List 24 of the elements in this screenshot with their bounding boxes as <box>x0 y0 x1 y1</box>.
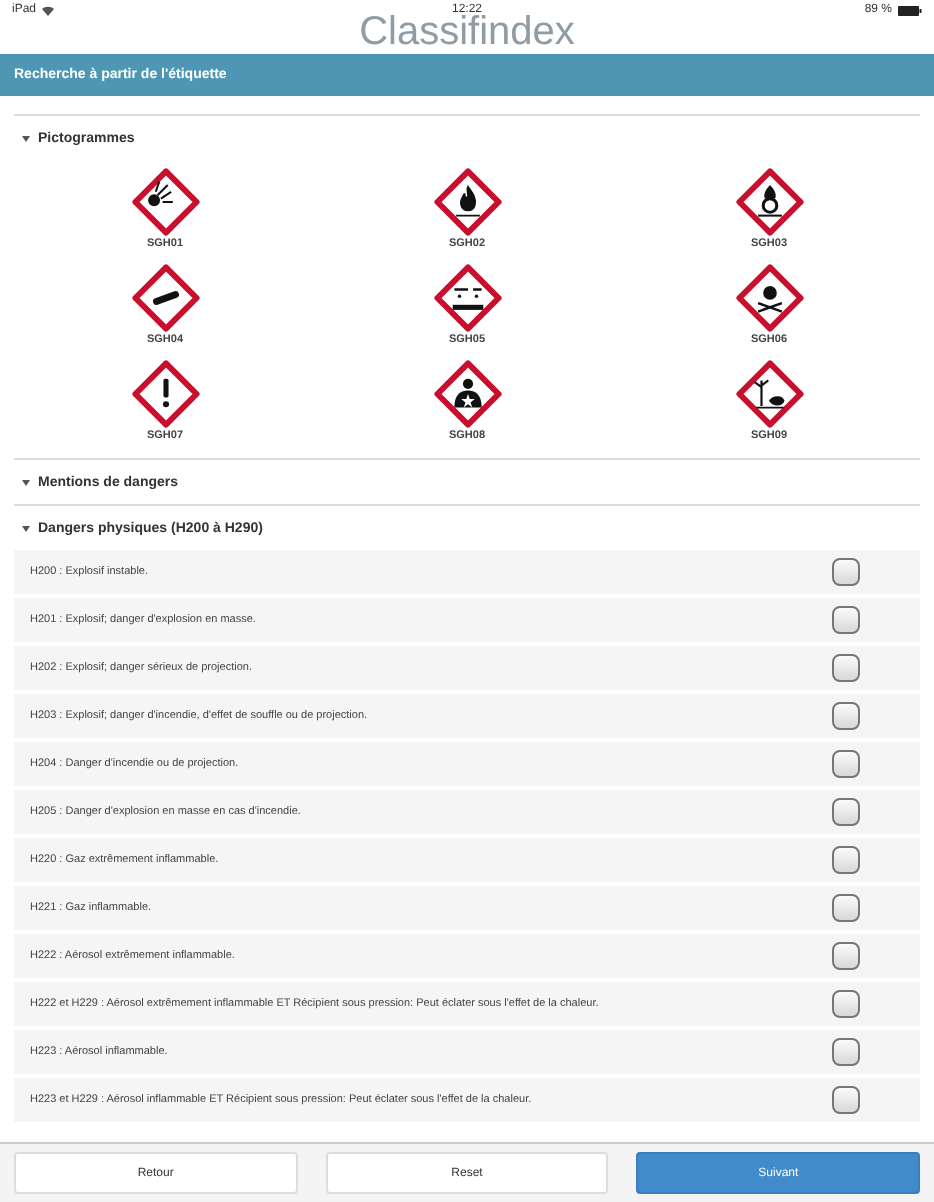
skull-pictogram-icon[interactable] <box>735 264 803 332</box>
checkbox[interactable] <box>832 654 860 682</box>
corrosion-pictogram-icon[interactable] <box>433 264 501 332</box>
checkbox[interactable] <box>832 894 860 922</box>
checkbox[interactable] <box>832 750 860 778</box>
flame-over-circle-pictogram-icon[interactable] <box>735 168 803 236</box>
checkbox[interactable] <box>832 1038 860 1066</box>
checkbox[interactable] <box>832 798 860 826</box>
app-title: Classifindex <box>359 11 575 51</box>
checkbox[interactable] <box>832 606 860 634</box>
health-hazard-pictogram-icon[interactable] <box>433 360 501 428</box>
checkbox[interactable] <box>832 942 860 970</box>
exclamation-pictogram-icon[interactable] <box>131 360 199 428</box>
flame-pictogram-icon[interactable] <box>433 168 501 236</box>
checkbox[interactable] <box>832 702 860 730</box>
wifi-icon <box>42 5 55 15</box>
checkbox[interactable] <box>832 1086 860 1114</box>
gas-cylinder-pictogram-icon[interactable] <box>131 264 199 332</box>
checkbox[interactable] <box>832 846 860 874</box>
explosion-pictogram-icon[interactable] <box>131 168 199 236</box>
checkbox[interactable] <box>832 558 860 586</box>
environment-pictogram-icon[interactable] <box>735 360 803 428</box>
checkbox[interactable] <box>832 990 860 1018</box>
battery-icon <box>898 5 923 15</box>
